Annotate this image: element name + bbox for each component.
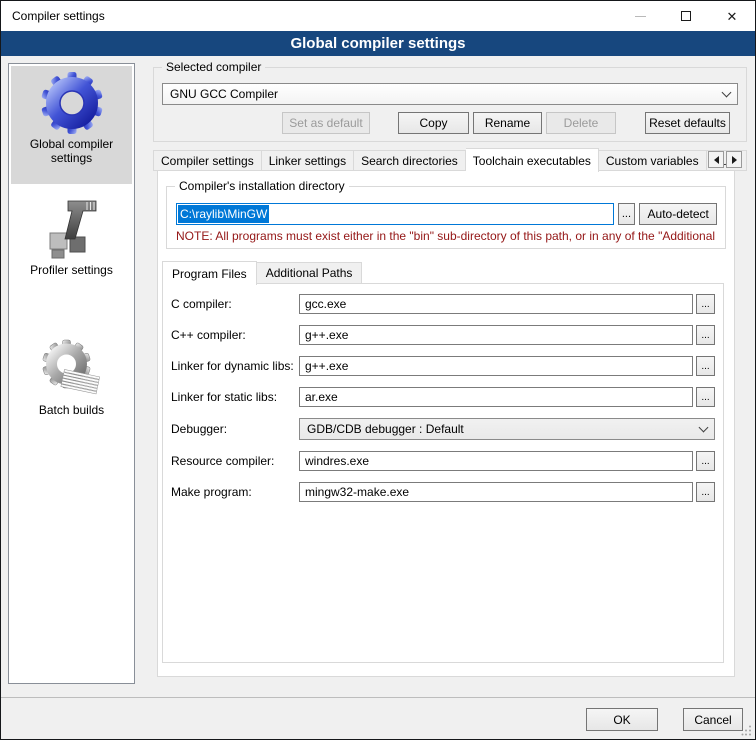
tab-additional-paths[interactable]: Additional Paths	[257, 262, 363, 284]
settings-category-list: Global compiler settings Profiler settin…	[8, 63, 135, 684]
caliper-profiler-icon	[40, 197, 104, 261]
make-program-input[interactable]	[299, 482, 693, 502]
gray-gear-papers-icon	[40, 337, 104, 401]
tab-linker-settings[interactable]: Linker settings	[262, 150, 354, 171]
form-row-make-program: Make program: ...	[171, 482, 715, 502]
sidebar-item-profiler-settings[interactable]: Profiler settings	[11, 192, 132, 306]
dynamic-linker-label: Linker for dynamic libs:	[171, 359, 299, 373]
maximize-button[interactable]	[663, 1, 709, 31]
close-icon: ✕	[727, 10, 738, 23]
form-row-cpp-compiler: C++ compiler: ...	[171, 325, 715, 345]
installation-directory-value: C:\raylib\MinGW	[178, 205, 269, 223]
sidebar-item-label: Batch builds	[11, 401, 132, 423]
sidebar-item-batch-builds[interactable]: Batch builds	[11, 332, 132, 432]
sidebar-item-label: Global compiler settings	[11, 135, 132, 171]
set-as-default-button[interactable]: Set as default	[282, 112, 370, 134]
browse-cpp-compiler-button[interactable]: ...	[696, 325, 715, 345]
maximize-icon	[681, 11, 691, 21]
browse-make-program-button[interactable]: ...	[696, 482, 715, 502]
tab-toolchain-executables[interactable]: Toolchain executables	[466, 148, 599, 172]
installation-directory-group: Compiler's installation directory C:\ray…	[166, 186, 726, 249]
footer-divider	[1, 697, 755, 698]
browse-resource-compiler-button[interactable]: ...	[696, 451, 715, 471]
resize-grip[interactable]	[741, 725, 752, 736]
form-row-resource-compiler: Resource compiler: ...	[171, 451, 715, 471]
debugger-select-value: GDB/CDB debugger : Default	[307, 422, 464, 436]
sidebar-item-global-compiler-settings[interactable]: Global compiler settings	[11, 66, 132, 184]
static-linker-label: Linker for static libs:	[171, 390, 299, 404]
program-files-tabstrip: Program Files Additional Paths	[162, 260, 362, 284]
copy-button[interactable]: Copy	[398, 112, 469, 134]
arrow-right-icon	[732, 156, 737, 164]
cpp-compiler-input[interactable]	[299, 325, 693, 345]
tab-program-files[interactable]: Program Files	[162, 261, 257, 285]
make-program-label: Make program:	[171, 485, 299, 499]
program-files-panel: C compiler: ... C++ compiler: ... Linker…	[162, 283, 724, 663]
compiler-select[interactable]: GNU GCC Compiler	[162, 83, 738, 105]
tab-search-directories[interactable]: Search directories	[354, 150, 466, 171]
window-title: Compiler settings	[1, 9, 105, 23]
dynamic-linker-input[interactable]	[299, 356, 693, 376]
compiler-select-value: GNU GCC Compiler	[170, 87, 278, 101]
dialog-header: Global compiler settings	[1, 31, 755, 56]
browse-static-linker-button[interactable]: ...	[696, 387, 715, 407]
chevron-down-icon	[699, 423, 709, 433]
arrow-left-icon	[714, 156, 719, 164]
browse-directory-button[interactable]: ...	[618, 203, 636, 225]
cpp-compiler-label: C++ compiler:	[171, 328, 299, 342]
titlebar: Compiler settings ✕	[1, 1, 755, 31]
sidebar-item-label: Profiler settings	[11, 261, 132, 283]
rename-button[interactable]: Rename	[473, 112, 542, 134]
auto-detect-button[interactable]: Auto-detect	[639, 203, 717, 225]
form-row-static-linker: Linker for static libs: ...	[171, 387, 715, 407]
resource-compiler-input[interactable]	[299, 451, 693, 471]
toolchain-executables-page: Compiler's installation directory C:\ray…	[157, 170, 735, 677]
minimize-button[interactable]	[617, 1, 663, 31]
tab-scroll-left-button[interactable]	[708, 151, 724, 168]
browse-dynamic-linker-button[interactable]: ...	[696, 356, 715, 376]
blue-gear-icon	[40, 71, 104, 135]
settings-tabstrip: Compiler settings Linker settings Search…	[153, 148, 747, 171]
installation-directory-input[interactable]: C:\raylib\MinGW	[176, 203, 614, 225]
installation-directory-group-label: Compiler's installation directory	[175, 179, 349, 193]
c-compiler-input[interactable]	[299, 294, 693, 314]
chevron-down-icon	[722, 88, 732, 98]
cancel-button[interactable]: Cancel	[683, 708, 743, 731]
form-row-dynamic-linker: Linker for dynamic libs: ...	[171, 356, 715, 376]
debugger-select[interactable]: GDB/CDB debugger : Default	[299, 418, 715, 440]
static-linker-input[interactable]	[299, 387, 693, 407]
close-button[interactable]: ✕	[709, 1, 755, 31]
resource-compiler-label: Resource compiler:	[171, 454, 299, 468]
selected-compiler-group: Selected compiler GNU GCC Compiler Set a…	[153, 67, 747, 142]
minimize-icon	[635, 16, 646, 17]
compiler-settings-dialog: Compiler settings ✕ Global compiler sett…	[0, 0, 756, 740]
form-row-debugger: Debugger: GDB/CDB debugger : Default	[171, 418, 715, 440]
reset-defaults-button[interactable]: Reset defaults	[645, 112, 730, 134]
debugger-label: Debugger:	[171, 422, 299, 436]
browse-c-compiler-button[interactable]: ...	[696, 294, 715, 314]
tab-custom-variables[interactable]: Custom variables	[599, 150, 707, 171]
ok-button[interactable]: OK	[586, 708, 658, 731]
dialog-header-title: Global compiler settings	[290, 35, 465, 52]
form-row-c-compiler: C compiler: ...	[171, 294, 715, 314]
installation-note-text: NOTE: All programs must exist either in …	[176, 229, 724, 243]
tab-scroll-right-button[interactable]	[726, 151, 742, 168]
delete-button[interactable]: Delete	[546, 112, 616, 134]
selected-compiler-group-label: Selected compiler	[162, 60, 265, 74]
tab-compiler-settings[interactable]: Compiler settings	[153, 150, 262, 171]
c-compiler-label: C compiler:	[171, 297, 299, 311]
